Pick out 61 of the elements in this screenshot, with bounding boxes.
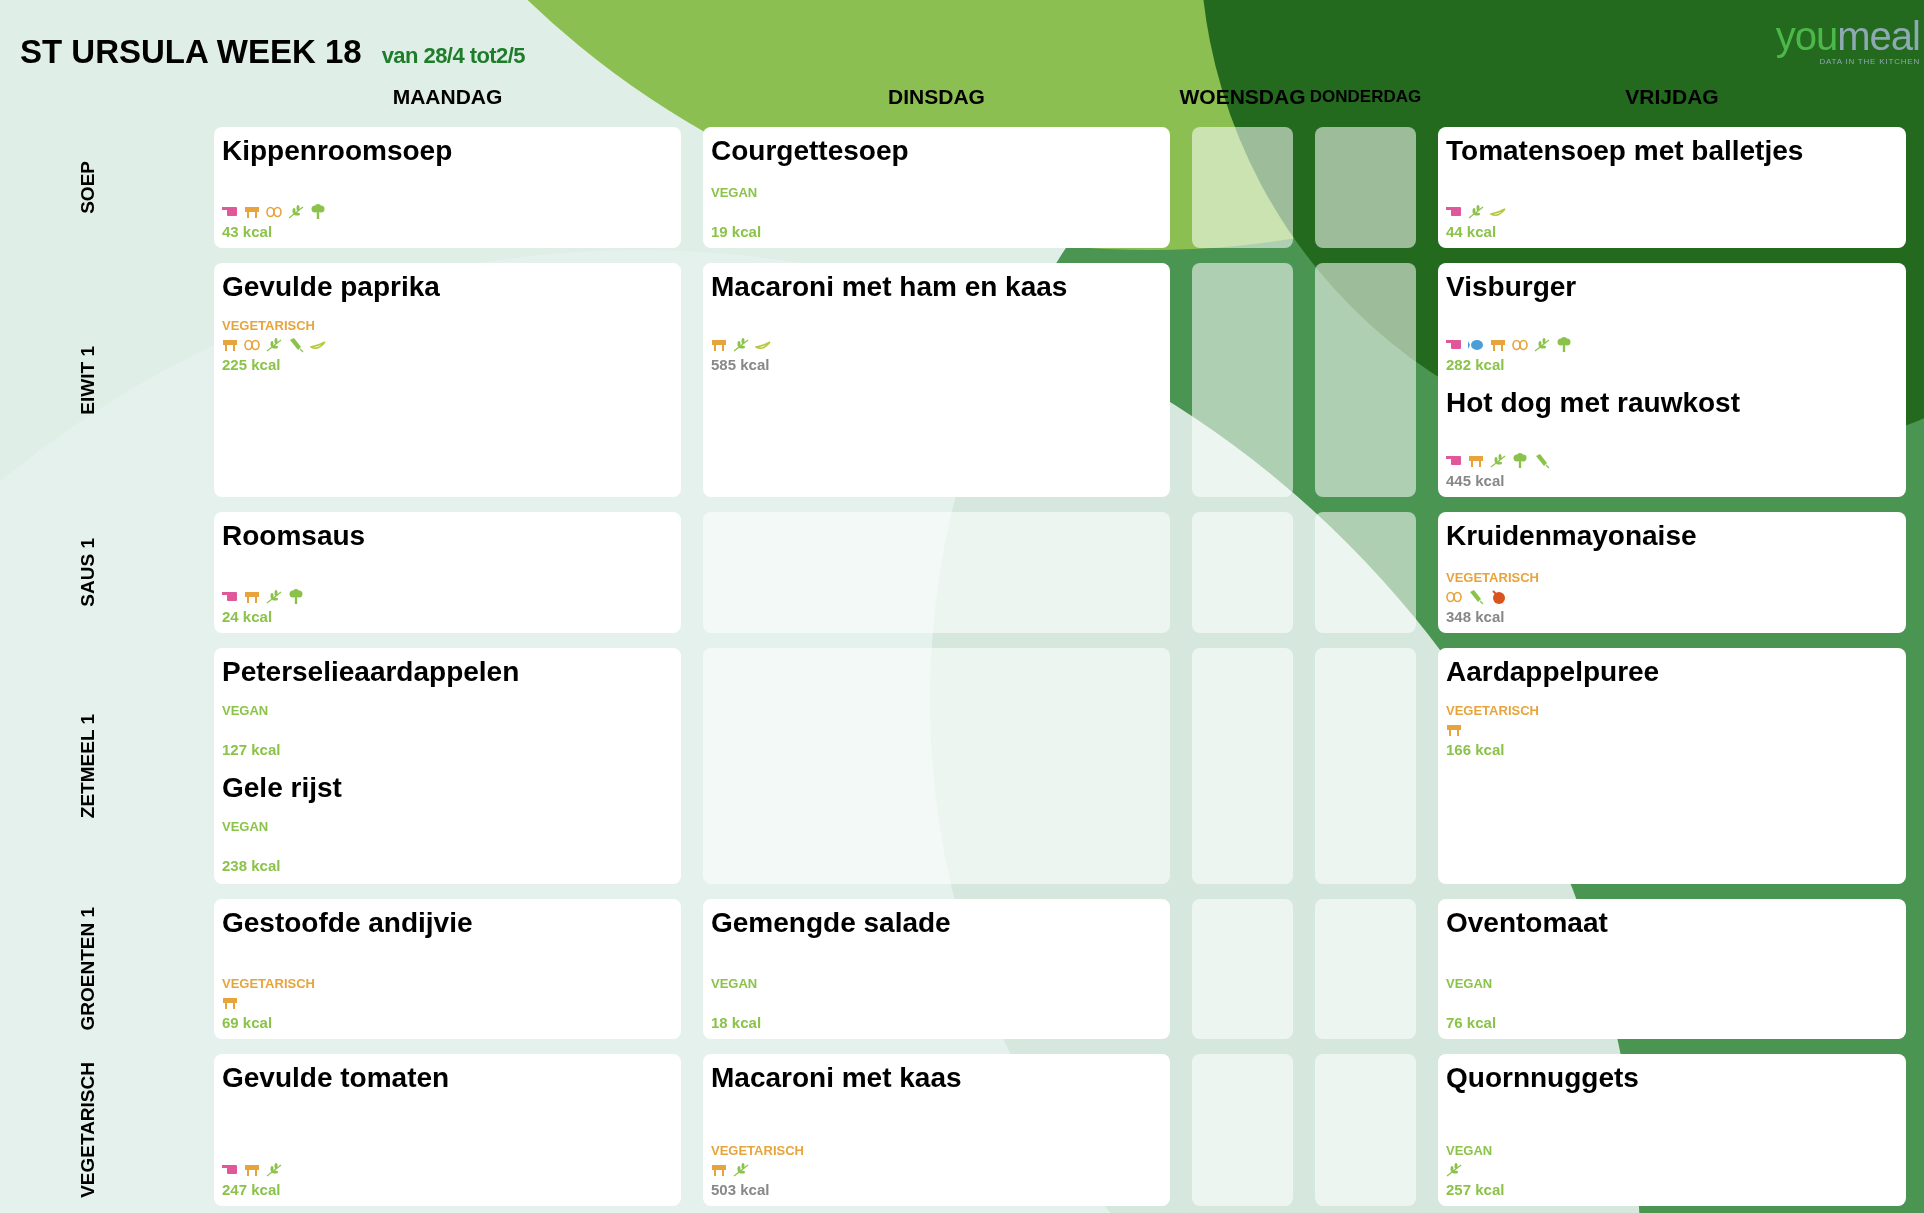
dish-name: Macaroni met kaas bbox=[711, 1061, 963, 1095]
diet-tag: VEGAN bbox=[222, 704, 269, 717]
dish-name: Hot dog met rauwkost bbox=[1446, 386, 1741, 420]
kcal-value: 282 kcal bbox=[1446, 355, 1505, 375]
diet-tag: VEGAN bbox=[711, 977, 758, 990]
diet-tag: VEGETARISCH bbox=[1446, 571, 1539, 584]
diet-tag: VEGAN bbox=[711, 186, 758, 199]
dish-name: Quornnuggets bbox=[1446, 1061, 1640, 1095]
dish-name: Roomsaus bbox=[222, 519, 367, 553]
row-label: SAUS 1 bbox=[75, 538, 99, 607]
diet-tag: VEGAN bbox=[1446, 977, 1493, 990]
row-label: SOEP bbox=[75, 161, 99, 214]
logo-wordmark: youmeal bbox=[1775, 16, 1920, 56]
dish-name: Kruidenmayonaise bbox=[1446, 519, 1698, 553]
dish-name: Macaroni met ham en kaas bbox=[711, 270, 1069, 304]
kcal-value: 44 kcal bbox=[1446, 222, 1497, 242]
kcal-value: 24 kcal bbox=[222, 607, 273, 627]
diet-tag: VEGETARISCH bbox=[1446, 704, 1539, 717]
dish-name: Gemengde salade bbox=[711, 906, 952, 940]
diet-tag: VEGETARISCH bbox=[222, 319, 315, 332]
dish-name: Peterselieaardappelen bbox=[222, 655, 521, 689]
diet-tag: VEGAN bbox=[1446, 1144, 1493, 1157]
dish-name: Courgettesoep bbox=[711, 134, 910, 168]
kcal-value: 247 kcal bbox=[222, 1180, 281, 1200]
dish-name: Aardappelpuree bbox=[1446, 655, 1661, 689]
row-label: GROENTEN 1 bbox=[75, 907, 99, 1031]
kcal-value: 69 kcal bbox=[222, 1013, 273, 1033]
dish-name: Tomatensoep met balletjes bbox=[1446, 134, 1805, 168]
kcal-value: 503 kcal bbox=[711, 1180, 770, 1200]
kcal-value: 445 kcal bbox=[1446, 471, 1505, 491]
dish-name: Gele rijst bbox=[222, 771, 343, 805]
dish-name: Gevulde paprika bbox=[222, 270, 441, 304]
day-heading: MAANDAG bbox=[392, 84, 503, 111]
day-heading: DINSDAG bbox=[888, 84, 985, 111]
kcal-value: 76 kcal bbox=[1446, 1013, 1497, 1033]
dish-name: Visburger bbox=[1446, 270, 1578, 304]
kcal-value: 348 kcal bbox=[1446, 607, 1505, 627]
dish-name: Gestoofde andijvie bbox=[222, 906, 474, 940]
diet-tag: VEGETARISCH bbox=[711, 1144, 804, 1157]
kcal-value: 238 kcal bbox=[222, 856, 281, 876]
kcal-value: 585 kcal bbox=[711, 355, 770, 375]
kcal-value: 19 kcal bbox=[711, 222, 762, 242]
diet-tag: VEGETARISCH bbox=[222, 977, 315, 990]
page-title: ST URSULA WEEK 18 bbox=[20, 35, 362, 68]
kcal-value: 18 kcal bbox=[711, 1013, 762, 1033]
row-label: EIWIT 1 bbox=[75, 345, 99, 415]
dish-name: Oventomaat bbox=[1446, 906, 1609, 940]
kcal-value: 257 kcal bbox=[1446, 1180, 1505, 1200]
dish-name: Kippenroomsoep bbox=[222, 134, 454, 168]
row-label: ZETMEEL 1 bbox=[75, 713, 99, 819]
kcal-value: 166 kcal bbox=[1446, 740, 1505, 760]
kcal-value: 43 kcal bbox=[222, 222, 273, 242]
day-heading: DONDERDAG bbox=[1309, 86, 1422, 109]
logo-tagline: DATA IN THE KITCHEN bbox=[1819, 57, 1920, 68]
dish-name: Gevulde tomaten bbox=[222, 1061, 451, 1095]
diet-tag: VEGAN bbox=[222, 820, 269, 833]
kcal-value: 225 kcal bbox=[222, 355, 281, 375]
kcal-value: 127 kcal bbox=[222, 740, 281, 760]
date-range: van 28/4 tot2/5 bbox=[381, 45, 526, 67]
row-label: VEGETARISCH bbox=[75, 1062, 99, 1198]
day-heading: VRIJDAG bbox=[1625, 84, 1719, 111]
